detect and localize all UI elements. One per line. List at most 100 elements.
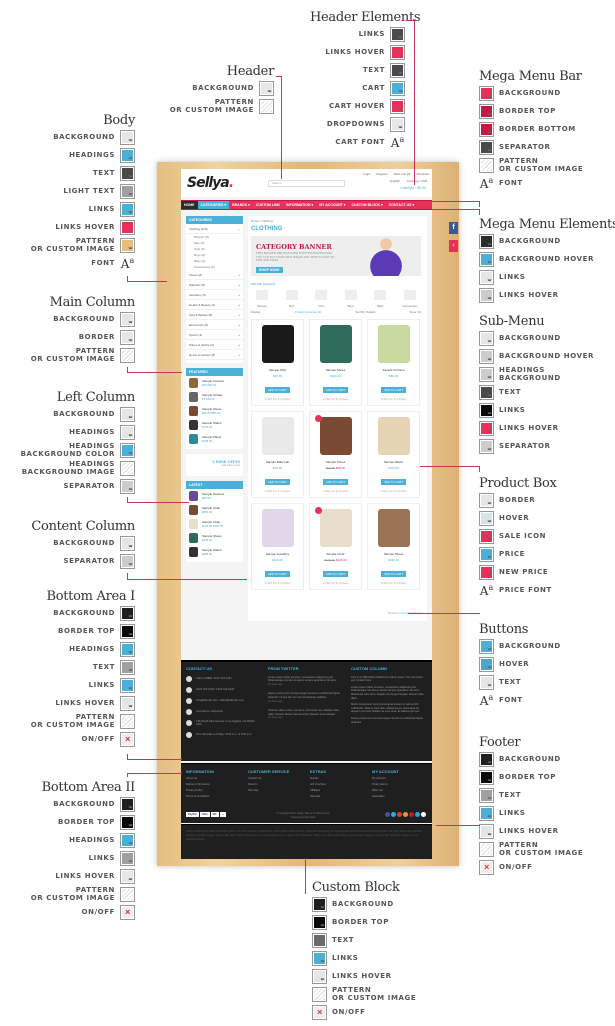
color-swatch[interactable]	[479, 823, 494, 839]
color-swatch[interactable]	[390, 62, 405, 78]
add-to-cart-button[interactable]: ADD TO CART	[265, 479, 290, 485]
add-to-cart-button[interactable]: ADD TO CART	[323, 387, 348, 393]
product-box[interactable]: Sample Jewellery $129.00 ADD TO CART ♥ Wish…	[251, 503, 304, 590]
menu-item-contact-us[interactable]: CONTACT US ▾	[386, 203, 417, 207]
footer-link[interactable]: Specials	[310, 794, 326, 800]
color-swatch[interactable]	[479, 121, 494, 137]
compare-link[interactable]: ⇅ Compare	[393, 582, 406, 585]
color-swatch[interactable]	[120, 201, 135, 217]
product-compare-link[interactable]: Product Compare (0)	[295, 310, 321, 314]
site-logo[interactable]: Sellya.	[187, 175, 234, 191]
pattern-picker[interactable]	[120, 347, 135, 363]
product-name[interactable]: Sample Chair	[310, 552, 361, 556]
category-item[interactable]: Watches (8) +	[186, 280, 243, 290]
social-icon[interactable]	[403, 812, 408, 817]
color-swatch[interactable]	[390, 98, 405, 114]
font-picker-icon[interactable]: Aa	[120, 256, 135, 271]
color-swatch[interactable]	[120, 623, 135, 639]
side-arrow-tab-icon[interactable]: ‹	[449, 240, 458, 252]
color-swatch[interactable]	[120, 129, 135, 145]
color-swatch[interactable]	[120, 796, 135, 812]
language-select[interactable]: English	[390, 179, 400, 183]
wish-list-link[interactable]: ♥ Wish List	[264, 582, 276, 585]
color-swatch[interactable]	[120, 677, 135, 693]
color-swatch[interactable]	[120, 850, 135, 866]
color-swatch[interactable]	[479, 805, 494, 821]
compare-link[interactable]: ⇅ Compare	[393, 398, 406, 401]
menu-item-categories[interactable]: CATEGORIES ▾	[197, 201, 230, 209]
expand-icon[interactable]: +	[238, 303, 240, 307]
compare-link[interactable]: ⇅ Compare	[277, 582, 290, 585]
color-swatch[interactable]	[120, 406, 135, 422]
on-off-toggle[interactable]: ×	[312, 1004, 327, 1020]
category-item[interactable]: Wines & Spirits (3) +	[186, 340, 243, 350]
color-swatch[interactable]	[312, 896, 327, 912]
add-to-cart-button[interactable]: ADD TO CART	[381, 571, 406, 577]
product-image[interactable]	[261, 509, 294, 547]
display-toggle[interactable]: Display:	[251, 310, 261, 314]
side-product[interactable]: Sample Chair $139.00 $129.00	[186, 517, 243, 531]
gifts-banner[interactable]: 2 FREE GIFTS and many more!	[186, 454, 243, 476]
color-swatch[interactable]	[120, 641, 135, 657]
footer-link[interactable]: Site Map	[248, 788, 289, 794]
color-swatch[interactable]	[120, 814, 135, 830]
shop-now-button[interactable]: SHOP NOW!	[256, 267, 283, 273]
color-swatch[interactable]	[479, 510, 494, 526]
color-swatch[interactable]	[479, 546, 494, 562]
side-product[interactable]: Sample Camera $25,999.00	[186, 376, 243, 390]
wish-list-link[interactable]: ♥ Wish List	[322, 398, 334, 401]
side-product[interactable]: Sample Stroller $1,299.00	[186, 390, 243, 404]
color-swatch[interactable]	[479, 330, 494, 346]
color-swatch[interactable]	[479, 233, 494, 249]
top-link[interactable]: Wish List (0)	[394, 172, 411, 176]
color-swatch[interactable]	[479, 366, 494, 382]
menu-item-custom-link[interactable]: CUSTOM LINK	[253, 203, 283, 207]
wish-list-link[interactable]: ♥ Wish List	[380, 398, 392, 401]
social-icon[interactable]	[391, 812, 396, 817]
refine-category[interactable]: Girls	[310, 288, 332, 308]
top-link[interactable]: Checkout	[416, 172, 429, 176]
color-swatch[interactable]	[479, 402, 494, 418]
category-item[interactable]: Jewellery (5) +	[186, 290, 243, 300]
add-to-cart-button[interactable]: ADD TO CART	[265, 571, 290, 577]
product-box[interactable]: Sample Shoes $99.00 $89.00 ADD TO CART ♥ Wi…	[309, 411, 362, 498]
font-picker-icon[interactable]: Aa	[479, 693, 494, 708]
expand-icon[interactable]: +	[238, 313, 240, 317]
breadcrumb[interactable]: Home › Clothing	[251, 219, 273, 223]
color-swatch[interactable]	[479, 492, 494, 508]
color-swatch[interactable]	[479, 139, 494, 155]
color-swatch[interactable]	[312, 932, 327, 948]
menu-item-home[interactable]: HOME	[181, 201, 198, 209]
currency-select[interactable]: Currency: USD	[407, 179, 427, 183]
expand-icon[interactable]: −	[238, 227, 240, 231]
wish-list-link[interactable]: ♥ Wish List	[322, 490, 334, 493]
side-product[interactable]: Sample Player $198.00	[186, 432, 243, 446]
product-image[interactable]	[319, 417, 352, 455]
font-picker-icon[interactable]: Aa	[390, 135, 405, 150]
color-swatch[interactable]	[479, 85, 494, 101]
product-name[interactable]: Sample Shoes	[310, 368, 361, 372]
add-to-cart-button[interactable]: ADD TO CART	[323, 571, 348, 577]
color-swatch[interactable]	[479, 438, 494, 454]
refine-category[interactable]: Men	[281, 288, 303, 308]
on-off-toggle[interactable]: ×	[120, 904, 135, 920]
color-swatch[interactable]	[120, 165, 135, 181]
expand-icon[interactable]: +	[238, 353, 240, 357]
product-box[interactable]: Sample Shoes $199.00 ADD TO CART ♥ Wish Lis…	[367, 503, 420, 590]
show-select[interactable]: Show: 15	[409, 310, 421, 314]
color-swatch[interactable]	[479, 420, 494, 436]
cart-summary[interactable]: 0 item(s) - $0.00	[401, 186, 426, 190]
color-swatch[interactable]	[479, 348, 494, 364]
color-swatch[interactable]	[120, 605, 135, 621]
social-icon[interactable]	[397, 812, 402, 817]
product-name[interactable]: Sample Shoes	[310, 460, 361, 464]
pattern-picker[interactable]	[120, 713, 135, 729]
color-swatch[interactable]	[120, 219, 135, 235]
menu-item-information[interactable]: INFORMATION ▾	[283, 203, 316, 207]
color-swatch[interactable]	[479, 751, 494, 767]
refine-category[interactable]: Baby	[369, 288, 391, 308]
color-swatch[interactable]	[479, 564, 494, 580]
color-swatch[interactable]	[390, 44, 405, 60]
add-to-cart-button[interactable]: ADD TO CART	[381, 479, 406, 485]
top-link[interactable]: Register	[376, 172, 387, 176]
